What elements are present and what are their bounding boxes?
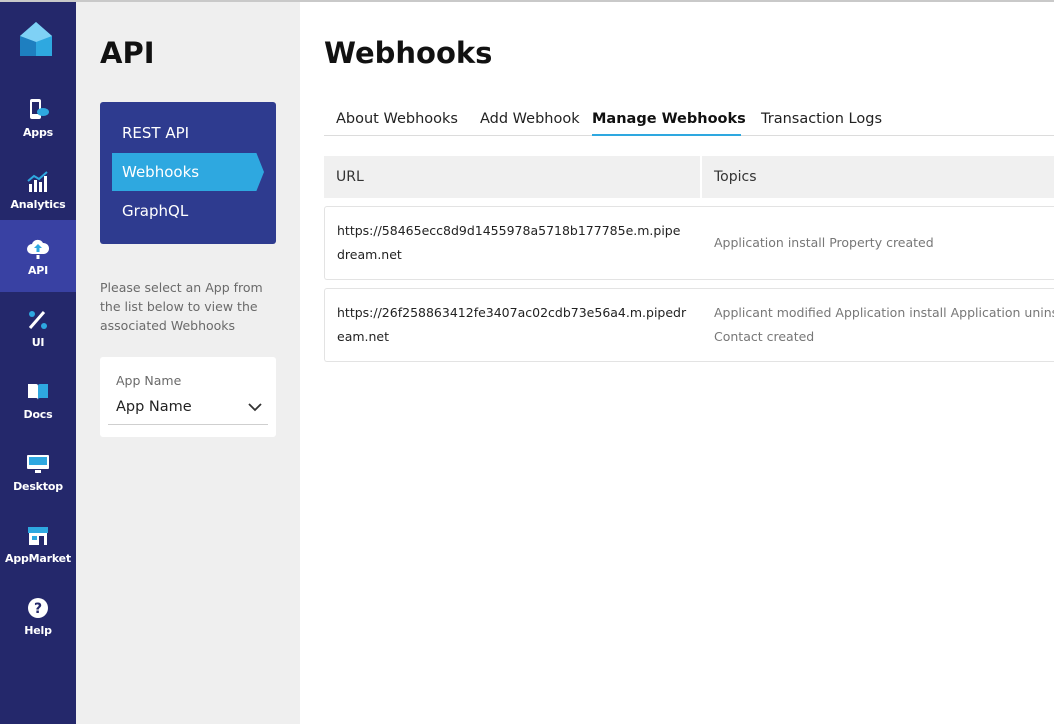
table-row[interactable]: https://26f258863412fe3407ac02cdb73e56a4…	[324, 288, 1054, 362]
monitor-icon	[27, 454, 49, 473]
app-select-card: App Name App Name	[100, 357, 276, 437]
webhook-tabs: About Webhooks Add Webhook Manage Webhoo…	[324, 106, 1054, 136]
rail-label: Desktop	[13, 479, 63, 493]
rail-label: Analytics	[10, 197, 66, 211]
rail-item-appmarket[interactable]: AppMarket	[0, 508, 76, 580]
help-icon: ?	[28, 597, 48, 618]
rail-label: API	[27, 263, 49, 277]
column-header-topics[interactable]: Topics	[702, 156, 1054, 198]
section-title: API	[100, 36, 155, 70]
main-content: Webhooks About Webhooks Add Webhook Mana…	[300, 2, 1054, 724]
rail-item-desktop[interactable]: Desktop	[0, 436, 76, 508]
rail-label: AppMarket	[5, 551, 71, 565]
api-subpanel: API REST API Webhooks GraphQL Please sel…	[76, 2, 300, 724]
app-name-label: App Name	[116, 373, 182, 388]
svg-text:?: ?	[34, 601, 42, 617]
rail-item-help[interactable]: ? Help	[0, 580, 76, 652]
book-icon	[28, 383, 48, 400]
webhook-topics: Application install Property created	[714, 235, 934, 250]
rail-label: Docs	[23, 407, 53, 421]
app-rail: Apps Analytics API UI Docs Desktop AppMa…	[0, 2, 76, 724]
rail-label: Help	[24, 623, 52, 637]
rail-item-api[interactable]: API	[0, 220, 76, 292]
logo-icon	[20, 22, 52, 56]
webhook-topics: Contact created	[714, 329, 815, 344]
app-name-value: App Name	[116, 399, 192, 415]
brush-icon	[28, 310, 47, 329]
rail-label: UI	[31, 335, 45, 349]
rail-item-ui[interactable]: UI	[0, 292, 76, 364]
store-icon	[28, 526, 48, 545]
webhook-url: https://58465ecc8d9d1455978a5718b177785e…	[337, 223, 681, 262]
column-header-url[interactable]: URL	[324, 156, 700, 198]
webhooks-table-header: URL Topics	[324, 156, 1054, 198]
webhook-topics: Applicant modified Application install A…	[714, 305, 1054, 320]
rail-item-docs[interactable]: Docs	[0, 364, 76, 436]
table-row[interactable]: https://58465ecc8d9d1455978a5718b177785e…	[324, 206, 1054, 280]
phone-cloud-icon	[30, 98, 49, 119]
rail-item-analytics[interactable]: Analytics	[0, 154, 76, 226]
app-select-hint: Please select an App from the list below…	[100, 280, 263, 333]
tab-about-webhooks[interactable]: About Webhooks	[336, 106, 458, 136]
cloud-upload-icon	[27, 239, 50, 259]
chart-icon	[27, 170, 48, 192]
sub-nav-webhooks[interactable]: Webhooks	[112, 153, 264, 191]
rail-label: Apps	[22, 125, 53, 139]
app-name-dropdown[interactable]: App Name	[108, 391, 268, 425]
tab-add-webhook[interactable]: Add Webhook	[480, 106, 580, 136]
tab-manage-webhooks[interactable]: Manage Webhooks	[592, 106, 746, 136]
chevron-down-icon	[248, 403, 262, 412]
page-title: Webhooks	[324, 36, 493, 70]
sub-nav-graphql[interactable]: GraphQL	[112, 192, 188, 230]
rail-item-apps[interactable]: Apps	[0, 82, 76, 154]
sub-nav-rest-api[interactable]: REST API	[112, 114, 189, 152]
tab-transaction-logs[interactable]: Transaction Logs	[761, 106, 882, 136]
webhook-url: https://26f258863412fe3407ac02cdb73e56a4…	[337, 305, 687, 344]
api-sub-nav: REST API Webhooks GraphQL	[100, 102, 276, 244]
